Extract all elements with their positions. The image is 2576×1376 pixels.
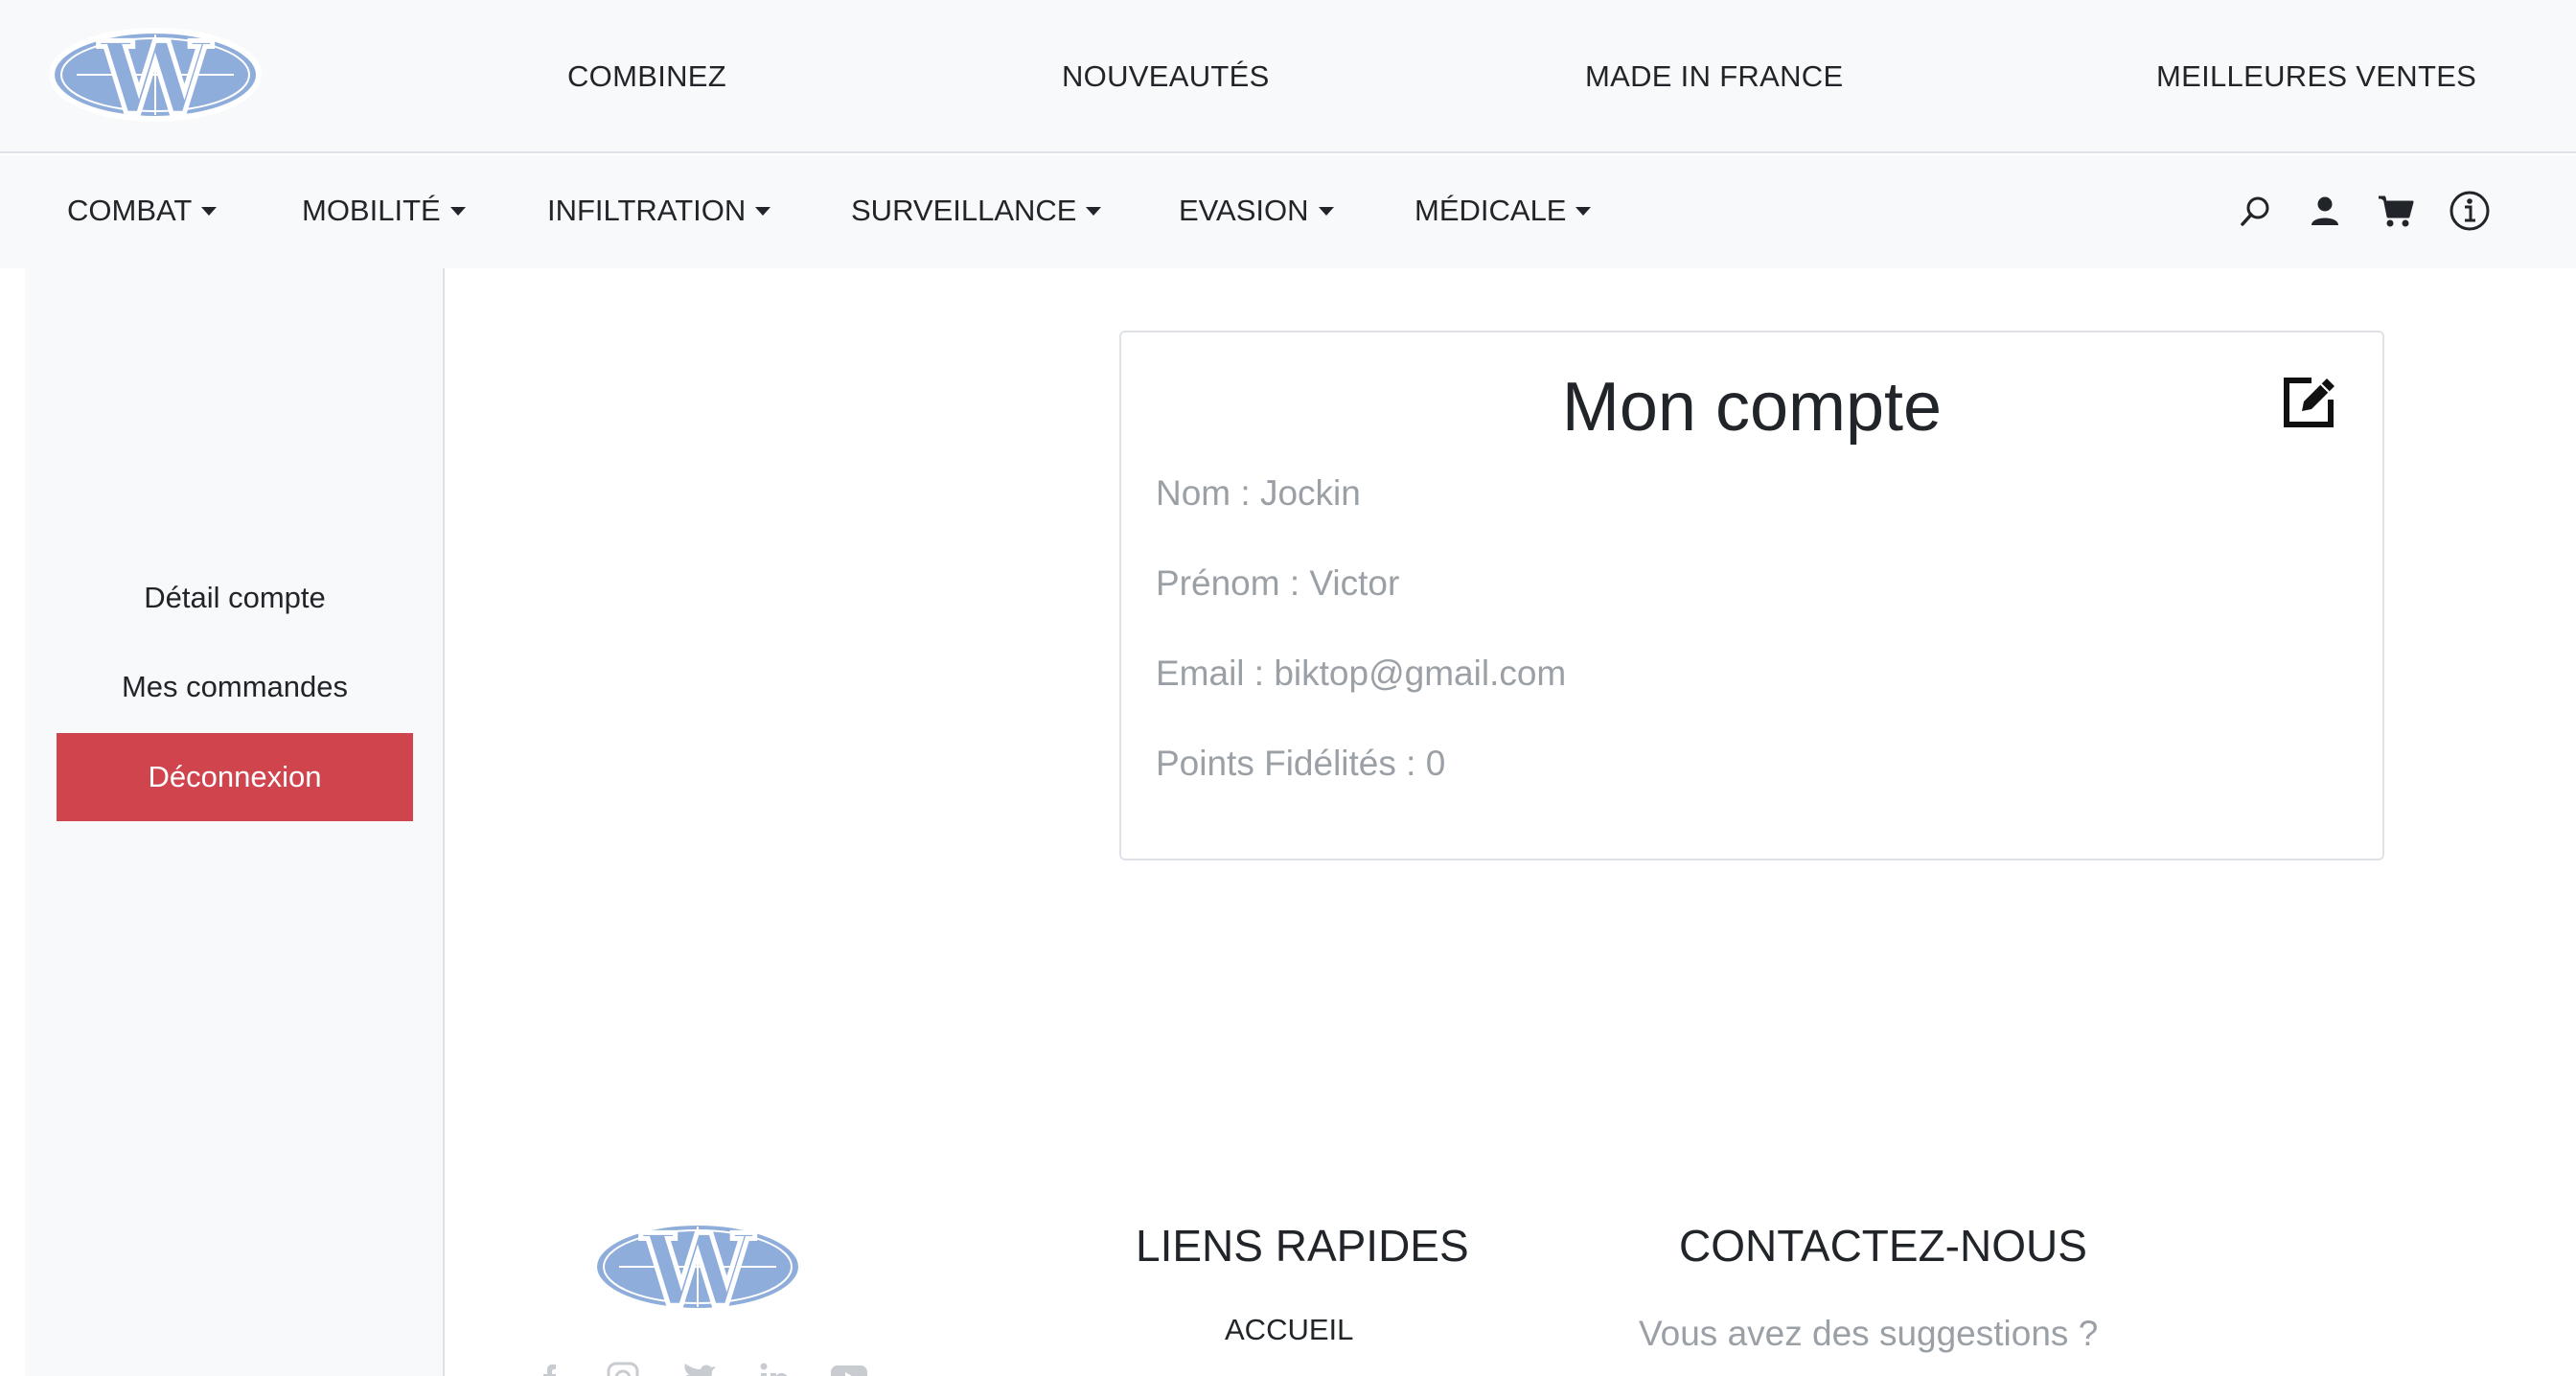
category-label: EVASION bbox=[1179, 194, 1309, 227]
footer-logo[interactable]: W bbox=[590, 1215, 806, 1319]
caret-down-icon bbox=[755, 206, 771, 216]
search-icon[interactable] bbox=[2233, 188, 2279, 234]
footer-quick-links-title: LIENS RAPIDES bbox=[1136, 1221, 1469, 1271]
account-field-nom: Nom : Jockin bbox=[1156, 473, 1361, 513]
cart-icon[interactable] bbox=[2373, 188, 2419, 234]
user-icon[interactable] bbox=[2302, 188, 2348, 234]
category-label: INFILTRATION bbox=[547, 194, 747, 227]
account-field-points: Points Fidélités : 0 bbox=[1156, 744, 1446, 783]
account-sidebar: Détail compte Mes commandes Déconnexion bbox=[25, 268, 445, 1376]
footer-contact-text: Vous avez des suggestions ? bbox=[1639, 1314, 2099, 1353]
category-surveillance[interactable]: SURVEILLANCE bbox=[851, 194, 1102, 228]
caret-down-icon bbox=[1318, 206, 1334, 216]
instagram-icon[interactable] bbox=[604, 1359, 642, 1376]
category-label: MÉDICALE bbox=[1414, 194, 1567, 227]
brand-logo[interactable]: W bbox=[48, 23, 264, 126]
category-evasion[interactable]: EVASION bbox=[1179, 194, 1334, 228]
category-label: MOBILITÉ bbox=[302, 194, 441, 227]
twitter-icon[interactable] bbox=[680, 1359, 719, 1376]
category-combat[interactable]: COMBAT bbox=[67, 194, 218, 228]
youtube-icon[interactable] bbox=[830, 1359, 868, 1376]
edit-icon[interactable] bbox=[2279, 371, 2340, 432]
footer-contact-title: CONTACTEZ-NOUS bbox=[1679, 1221, 2087, 1271]
top-nav-combinez[interactable]: COMBINEZ bbox=[567, 59, 726, 94]
logo-letter: W bbox=[641, 1215, 756, 1319]
account-field-email: Email : biktop@gmail.com bbox=[1156, 654, 1567, 693]
info-icon[interactable] bbox=[2447, 188, 2493, 234]
category-label: COMBAT bbox=[67, 194, 193, 227]
sidebar-item-detail-compte[interactable]: Détail compte bbox=[57, 554, 413, 642]
category-label: SURVEILLANCE bbox=[851, 194, 1077, 227]
category-mobilite[interactable]: MOBILITÉ bbox=[302, 194, 466, 228]
top-nav-made-in-france[interactable]: MADE IN FRANCE bbox=[1585, 59, 1843, 94]
top-nav-meilleures-ventes[interactable]: MEILLEURES VENTES bbox=[2156, 59, 2476, 94]
facebook-icon[interactable] bbox=[533, 1359, 571, 1376]
page-title: Mon compte bbox=[1561, 369, 1943, 446]
account-field-prenom: Prénom : Victor bbox=[1156, 563, 1400, 603]
top-nav-nouveautes[interactable]: NOUVEAUTÉS bbox=[1062, 59, 1270, 94]
logout-button[interactable]: Déconnexion bbox=[57, 733, 413, 821]
category-infiltration[interactable]: INFILTRATION bbox=[547, 194, 771, 228]
caret-down-icon bbox=[449, 206, 466, 216]
sidebar-item-mes-commandes[interactable]: Mes commandes bbox=[57, 643, 413, 731]
linkedin-icon[interactable] bbox=[755, 1359, 794, 1376]
account-card: Mon compte Nom : Jockin Prénom : Victor … bbox=[1119, 331, 2384, 860]
caret-down-icon bbox=[201, 206, 218, 216]
logo-letter: W bbox=[99, 23, 214, 126]
caret-down-icon bbox=[1086, 206, 1102, 216]
category-medicale[interactable]: MÉDICALE bbox=[1414, 194, 1592, 228]
top-header: W COMBINEZ NOUVEAUTÉS MADE IN FRANCE MEI… bbox=[0, 0, 2576, 153]
footer-link-accueil[interactable]: ACCUEIL bbox=[1225, 1313, 1353, 1347]
caret-down-icon bbox=[1576, 206, 1592, 216]
